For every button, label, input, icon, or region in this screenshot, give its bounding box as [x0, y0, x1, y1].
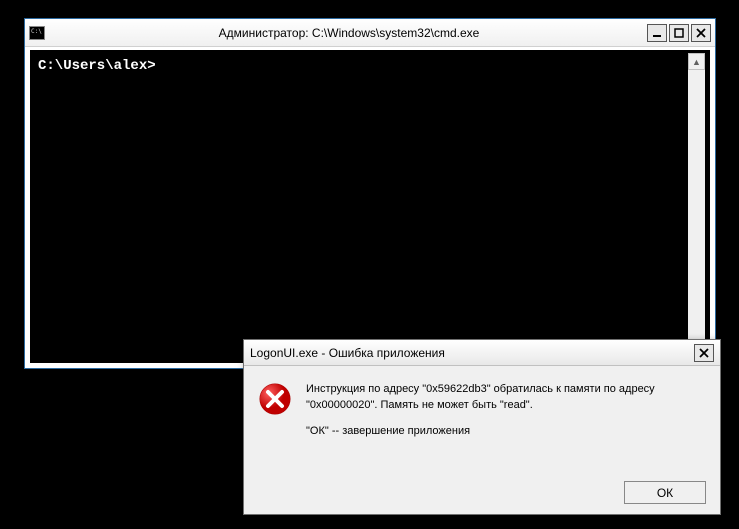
cmd-body[interactable]: C:\Users\alex> ▲ ▼: [25, 47, 715, 368]
minimize-button[interactable]: [647, 24, 667, 42]
error-dialog: LogonUI.exe - Ошибка приложения Инструкц: [243, 339, 721, 515]
close-button[interactable]: [694, 344, 714, 362]
maximize-button[interactable]: [669, 24, 689, 42]
dialog-message-line2: "ОК" -- завершение приложения: [306, 424, 706, 440]
dialog-body: Инструкция по адресу "0x59622db3" обрати…: [244, 366, 720, 460]
error-icon: [258, 382, 292, 416]
scroll-track[interactable]: [688, 70, 705, 341]
window-controls: [647, 24, 711, 42]
scrollbar-vertical[interactable]: ▲ ▼: [688, 53, 705, 358]
dialog-message: Инструкция по адресу "0x59622db3" обрати…: [306, 382, 706, 450]
cmd-window: Администратор: C:\Windows\system32\cmd.e…: [24, 18, 716, 369]
dialog-titlebar[interactable]: LogonUI.exe - Ошибка приложения: [244, 340, 720, 366]
cmd-icon: [29, 26, 45, 40]
cmd-prompt: C:\Users\alex>: [38, 58, 156, 74]
scroll-up-button[interactable]: ▲: [688, 53, 705, 70]
ok-button[interactable]: ОК: [624, 481, 706, 504]
close-button[interactable]: [691, 24, 711, 42]
dialog-footer: ОК: [624, 481, 706, 504]
dialog-message-line1: Инструкция по адресу "0x59622db3" обрати…: [306, 382, 706, 414]
dialog-title: LogonUI.exe - Ошибка приложения: [250, 346, 694, 360]
cmd-output-area: C:\Users\alex>: [36, 54, 686, 359]
cmd-window-title: Администратор: C:\Windows\system32\cmd.e…: [51, 26, 647, 40]
cmd-titlebar[interactable]: Администратор: C:\Windows\system32\cmd.e…: [25, 19, 715, 47]
